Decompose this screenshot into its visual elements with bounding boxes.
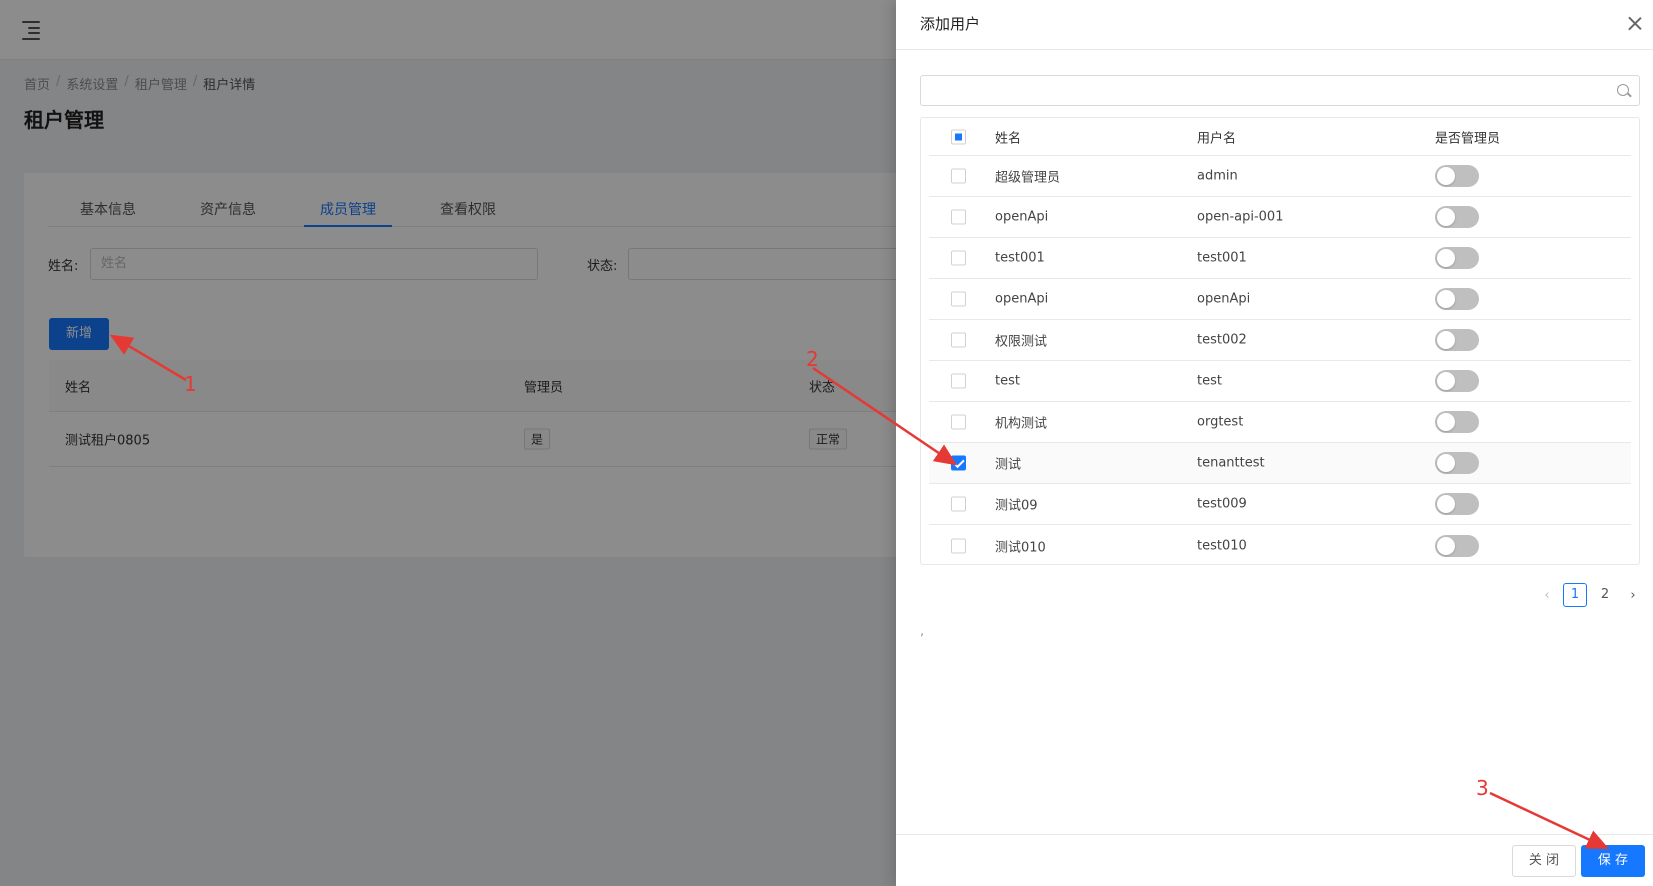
user-name: 测试 [995, 457, 1022, 473]
row-checkbox[interactable] [951, 250, 966, 266]
row-checkbox[interactable] [951, 291, 966, 307]
user-name: test [995, 373, 1020, 389]
table-row[interactable]: test001 test001 [929, 238, 1631, 279]
column-header-is-admin: 是否管理员 [1435, 131, 1501, 146]
save-button[interactable]: 保 存 [1581, 845, 1645, 877]
is-admin-toggle[interactable] [1435, 247, 1479, 269]
table-row[interactable]: 超级管理员 admin [929, 156, 1631, 197]
column-header-name: 姓名 [995, 131, 1022, 146]
drawer-footer: 关 闭 保 存 [896, 834, 1653, 886]
row-checkbox[interactable] [951, 496, 966, 512]
row-checkbox[interactable] [951, 414, 966, 430]
user-username: orgtest [1197, 414, 1244, 430]
user-username: open-api-001 [1197, 209, 1284, 225]
column-header-username: 用户名 [1197, 131, 1237, 146]
user-name: test001 [995, 250, 1045, 266]
user-username: test002 [1197, 332, 1247, 348]
is-admin-toggle[interactable] [1435, 206, 1479, 228]
is-admin-toggle[interactable] [1435, 452, 1479, 474]
user-username: openApi [1197, 291, 1251, 307]
drawer-title: 添加用户 [920, 15, 981, 33]
table-row[interactable]: 测试 tenanttest [929, 443, 1631, 484]
next-page-icon[interactable]: › [1623, 588, 1643, 603]
is-admin-toggle[interactable] [1435, 288, 1479, 310]
annotation-number-1: 1 [184, 372, 197, 396]
user-username: test [1197, 373, 1222, 389]
stray-text: , [920, 624, 925, 639]
select-all-checkbox[interactable] [951, 129, 966, 144]
user-table-header: 姓名 用户名 是否管理员 [929, 118, 1631, 156]
close-button[interactable]: 关 闭 [1512, 845, 1576, 877]
user-username: test009 [1197, 496, 1247, 512]
prev-page-icon[interactable]: ‹ [1537, 588, 1557, 603]
is-admin-toggle[interactable] [1435, 534, 1479, 557]
is-admin-toggle[interactable] [1435, 493, 1479, 515]
is-admin-toggle[interactable] [1435, 370, 1479, 392]
user-name: 测试09 [995, 498, 1038, 514]
user-name: 测试010 [995, 540, 1046, 555]
is-admin-toggle[interactable] [1435, 411, 1479, 433]
user-name: 权限测试 [995, 334, 1048, 350]
user-username: test001 [1197, 250, 1247, 266]
user-search-input[interactable] [920, 75, 1640, 106]
table-row[interactable]: 测试010 test010 [929, 525, 1631, 566]
table-row[interactable]: 权限测试 test002 [929, 320, 1631, 361]
user-name: openApi [995, 209, 1049, 225]
drawer-header: 添加用户 [896, 0, 1653, 50]
pagination: ‹ 1 2 › [1537, 583, 1643, 607]
row-checkbox[interactable] [951, 373, 966, 389]
row-checkbox[interactable] [951, 209, 966, 225]
close-icon[interactable] [1625, 14, 1645, 34]
user-username: admin [1197, 168, 1238, 184]
table-row[interactable]: openApi openApi [929, 279, 1631, 320]
table-row[interactable]: 测试09 test009 [929, 484, 1631, 525]
table-row[interactable]: test test [929, 361, 1631, 402]
annotation-number-2: 2 [806, 347, 819, 371]
is-admin-toggle[interactable] [1435, 165, 1479, 187]
row-checkbox[interactable] [951, 168, 966, 184]
user-name: 超级管理员 [995, 170, 1061, 186]
user-username: test010 [1197, 538, 1247, 553]
row-checkbox[interactable] [951, 455, 966, 471]
search-icon[interactable] [1617, 84, 1629, 96]
row-checkbox[interactable] [951, 538, 966, 553]
user-name: openApi [995, 291, 1049, 307]
row-checkbox[interactable] [951, 332, 966, 348]
page-1[interactable]: 1 [1563, 583, 1587, 607]
annotation-number-3: 3 [1476, 776, 1489, 800]
add-user-drawer: 添加用户 姓名 用户名 是否管理员 超级管理员 admin openApi open-… [896, 0, 1653, 886]
table-row[interactable]: openApi open-api-001 [929, 197, 1631, 238]
page-2[interactable]: 2 [1593, 583, 1617, 607]
user-name: 机构测试 [995, 416, 1048, 432]
user-username: tenanttest [1197, 455, 1265, 471]
table-row[interactable]: 机构测试 orgtest [929, 402, 1631, 443]
is-admin-toggle[interactable] [1435, 329, 1479, 351]
user-table: 姓名 用户名 是否管理员 超级管理员 admin openApi open-api-0… [920, 117, 1640, 565]
